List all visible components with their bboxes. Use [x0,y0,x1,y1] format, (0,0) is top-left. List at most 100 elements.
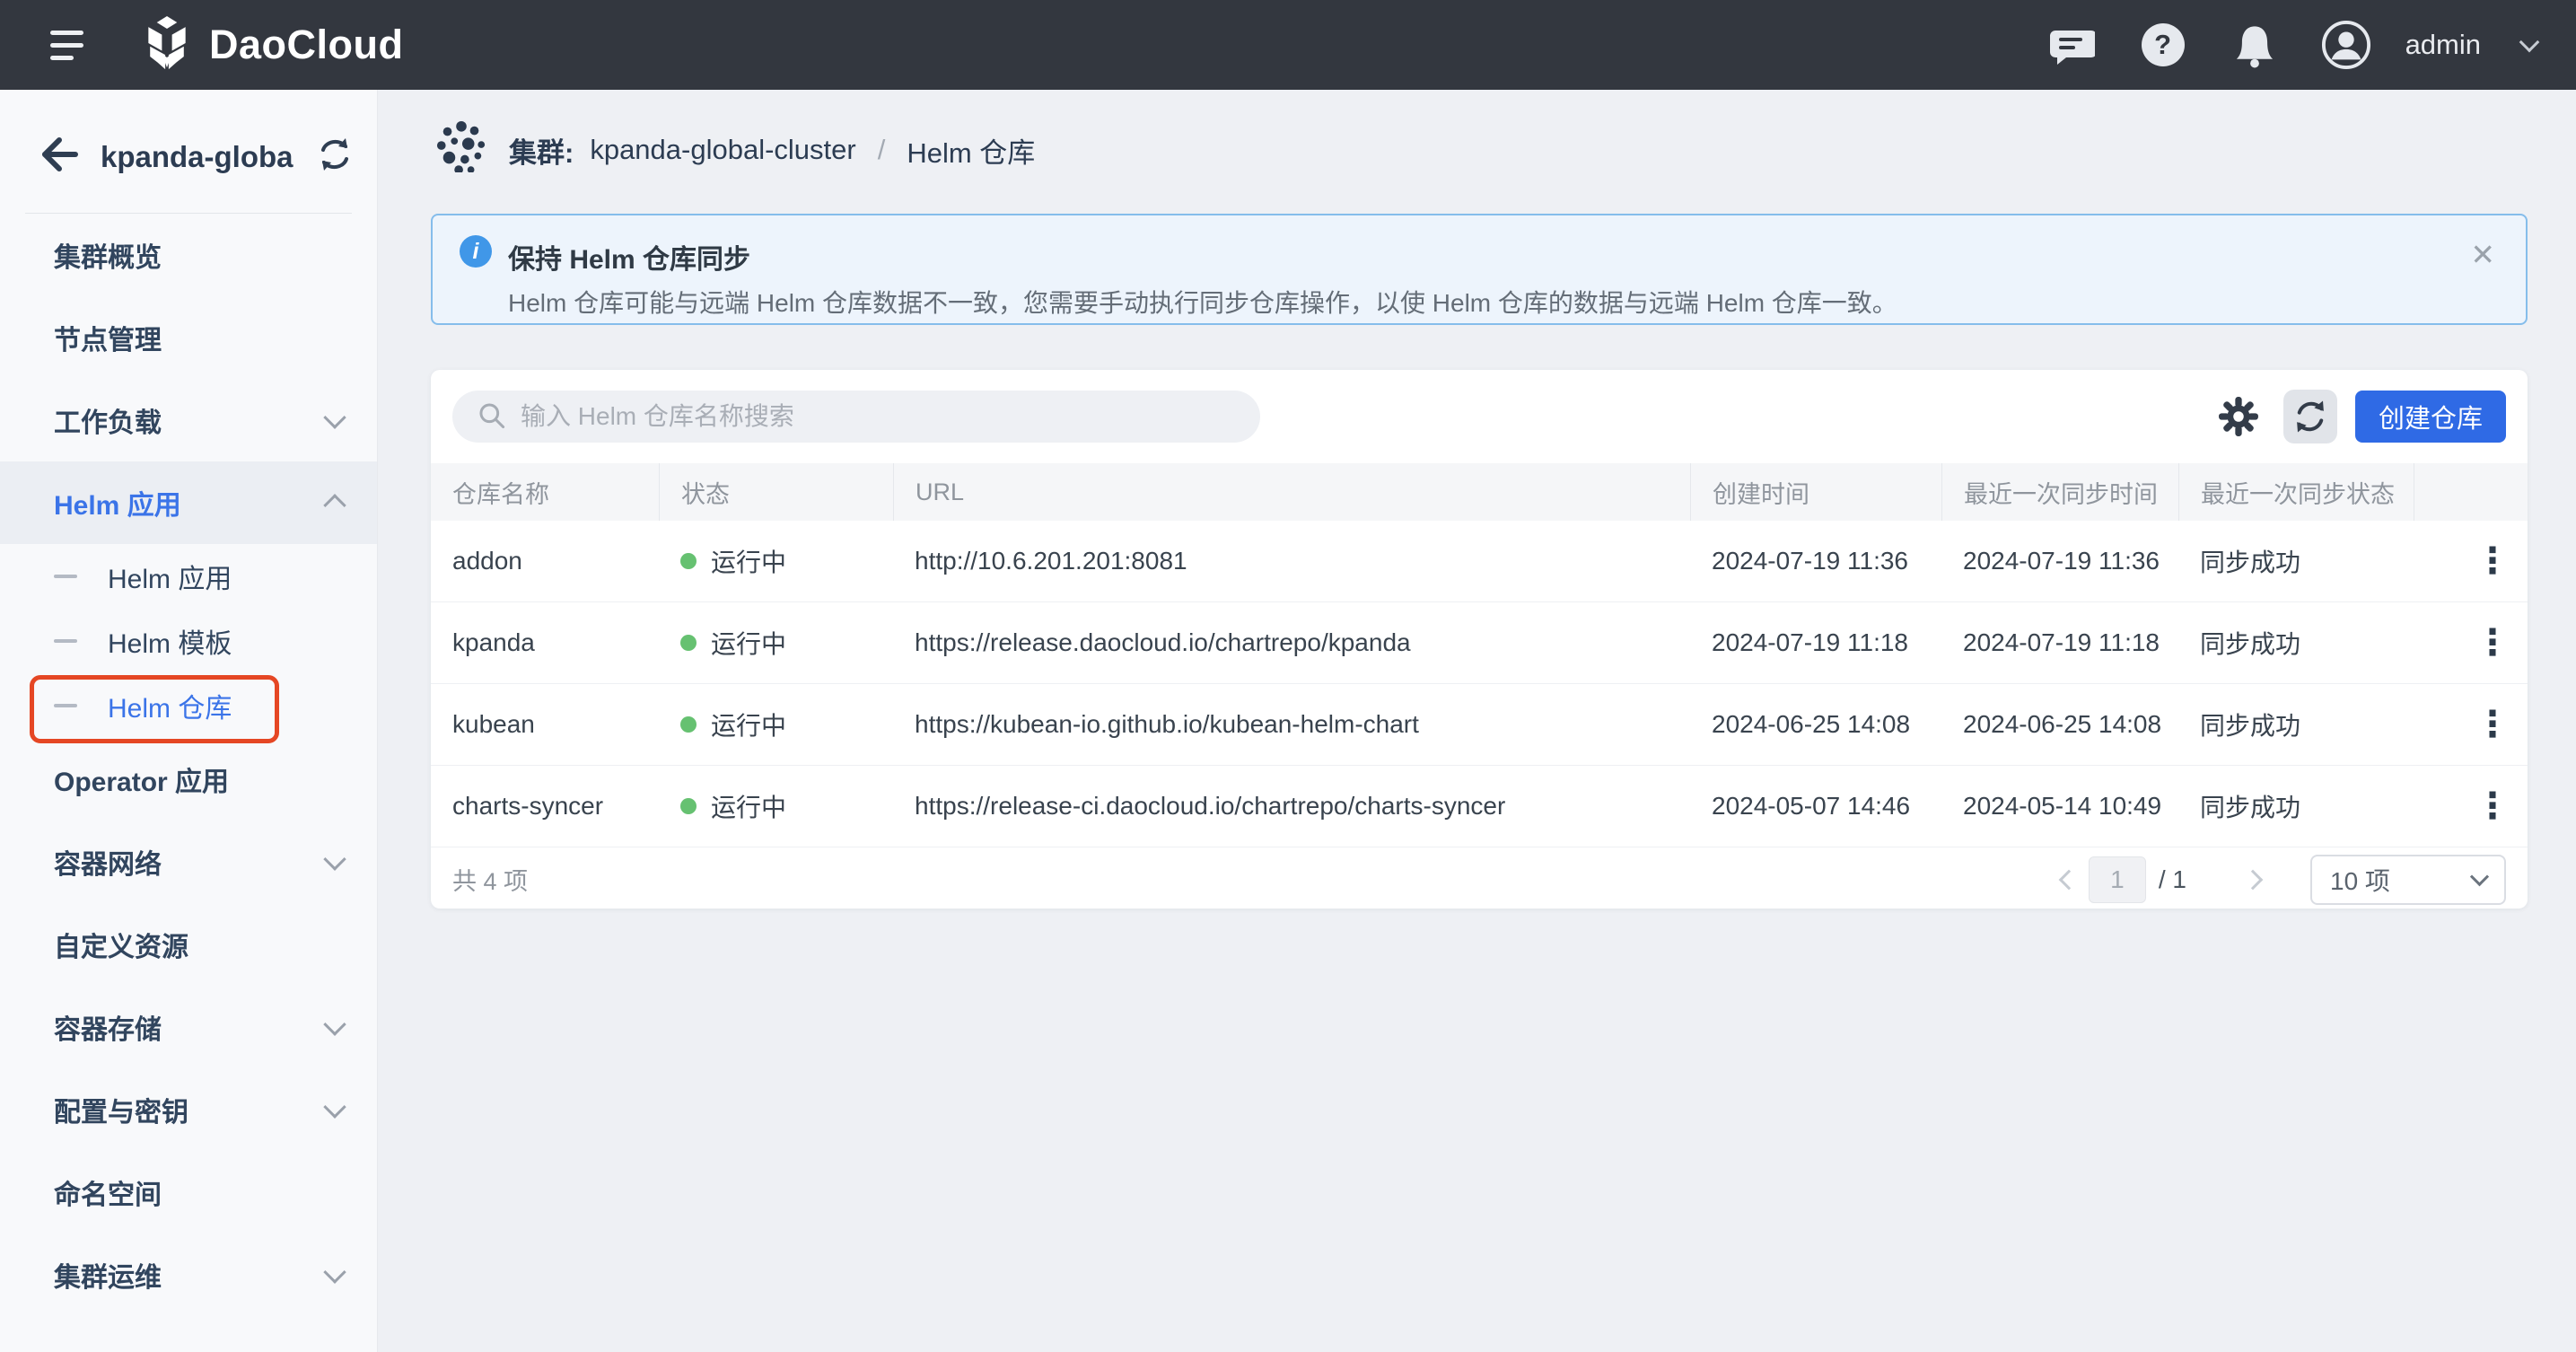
sidebar-item-label: Operator 应用 [54,759,343,799]
status-label: 运行中 [711,625,786,661]
info-icon: i [460,235,492,268]
username-label: admin [2405,29,2481,61]
search-box [452,391,1260,443]
repo-status-cell: 运行中 [659,788,893,824]
sidebar-item-label: 命名空间 [54,1172,343,1212]
brand-name: DaoCloud [209,22,403,68]
created-time-cell: 2024-07-19 11:18 [1690,628,1941,657]
sync-status-cell: 同步成功 [2178,788,2414,824]
actions-cell: ⋮ [2414,543,2528,579]
info-banner: i 保持 Helm 仓库同步 Helm 仓库可能与远端 Helm 仓库数据不一致… [431,214,2528,325]
create-repo-button[interactable]: 创建仓库 [2355,391,2506,443]
breadcrumb-cluster-link[interactable]: kpanda-global-cluster [590,134,855,166]
user-avatar[interactable] [2321,20,2371,70]
sidebar-subitem-3-2[interactable]: Helm 仓库 [0,673,377,738]
sidebar-item-label: 工作负载 [54,400,327,440]
sidebar-subitem-3-1[interactable]: Helm 模板 [0,609,377,673]
table-row: charts-syncer 运行中 https://release-ci.daocl… [431,766,2528,847]
total-count-label: 共 4 项 [452,862,528,897]
toolbar: 创建仓库 [431,370,2528,443]
sidebar-item-0[interactable]: 集群概览 [0,214,377,296]
status-dot-green [680,798,697,814]
page-number-input[interactable]: 1 [2089,856,2146,903]
column-header-4: 最近一次同步时间 [1941,463,2178,521]
sidebar-item-2[interactable]: 工作负载 [0,379,377,461]
chevron-down-icon[interactable] [2519,32,2540,53]
sidebar-item-4[interactable]: Operator 应用 [0,738,377,821]
chevron-down-icon [323,1013,346,1035]
last-sync-time-cell: 2024-05-14 10:49 [1941,792,2178,821]
kebab-menu-icon[interactable]: ⋮ [2475,625,2510,661]
sidebar-item-5[interactable]: 容器网络 [0,821,377,903]
column-header-0: 仓库名称 [431,463,659,521]
sidebar-item-6[interactable]: 自定义资源 [0,903,377,986]
sidebar-item-3[interactable]: Helm 应用 [0,461,377,544]
sidebar-item-1[interactable]: 节点管理 [0,296,377,379]
prev-page-icon[interactable] [2059,869,2080,890]
dash-icon [54,704,77,707]
sidebar-subitem-3-0[interactable]: Helm 应用 [0,544,377,609]
repo-url-cell: https://release.daocloud.io/chartrepo/kp… [893,628,1690,657]
column-header-5: 最近一次同步状态 [2178,463,2414,521]
gear-icon[interactable] [2212,390,2265,443]
status-dot-green [680,635,697,651]
sidebar-item-label: 自定义资源 [54,925,343,964]
search-input[interactable] [519,401,1237,432]
status-label: 运行中 [711,788,786,824]
cluster-dots-icon [435,120,487,180]
sidebar-subitem-label: Helm 应用 [108,557,232,596]
chevron-down-icon [323,406,346,428]
kebab-menu-icon[interactable]: ⋮ [2475,543,2510,579]
help-icon[interactable]: ? [2138,20,2188,70]
sidebar-item-8[interactable]: 配置与密钥 [0,1068,377,1151]
sidebar-item-7[interactable]: 容器存储 [0,986,377,1068]
switch-cluster-icon[interactable] [316,136,354,178]
repo-url-cell: https://release-ci.daocloud.io/chartrepo… [893,792,1690,821]
column-header-3: 创建时间 [1690,463,1941,521]
repo-status-cell: 运行中 [659,625,893,661]
repo-status-cell: 运行中 [659,707,893,742]
sync-status-cell: 同步成功 [2178,543,2414,579]
sidebar-item-9[interactable]: 命名空间 [0,1151,377,1233]
breadcrumb-prefix: 集群: [509,130,574,171]
sidebar-item-label: 集群概览 [54,235,343,275]
repo-card: 创建仓库 仓库名称状态URL创建时间最近一次同步时间最近一次同步状态 addon… [431,370,2528,909]
page-size-select[interactable]: 10 项 [2310,855,2506,905]
cluster-name-label: kpanda-global-cl... [101,140,294,174]
breadcrumb-separator: / [878,134,886,166]
created-time-cell: 2024-07-19 11:36 [1690,547,1941,575]
message-icon[interactable] [2046,20,2097,70]
last-sync-time-cell: 2024-07-19 11:36 [1941,547,2178,575]
sidebar-item-label: 节点管理 [54,318,343,357]
table-footer: 共 4 项 1 / 1 10 项 [431,847,2528,911]
next-page-icon[interactable] [2243,869,2264,890]
kebab-menu-icon[interactable]: ⋮ [2475,707,2510,742]
daocloud-logo-icon [141,15,193,75]
chevron-up-icon [323,494,346,516]
topbar: DaoCloud ? admin [0,0,2576,90]
repo-name-cell: kubean [431,710,659,739]
sidebar-item-10[interactable]: 集群运维 [0,1233,377,1316]
kebab-menu-icon[interactable]: ⋮ [2475,788,2510,824]
repo-name-cell: charts-syncer [431,792,659,821]
table-body: addon运行中http://10.6.201.201:80812024-07-… [431,521,2528,847]
menu-toggle-icon[interactable] [50,31,83,60]
back-arrow-icon[interactable] [36,133,79,180]
sidebar: kpanda-global-cl... 集群概览节点管理工作负载 Helm 应用 H… [0,90,378,1352]
refresh-icon[interactable] [2283,390,2337,443]
table-row: addon运行中http://10.6.201.201:80812024-07-… [431,521,2528,602]
notification-bell-icon[interactable] [2230,20,2280,70]
search-icon [476,399,506,435]
breadcrumb-current: Helm 仓库 [907,130,1035,171]
sidebar-header: kpanda-global-cl... [0,90,377,213]
toolbar-actions: 创建仓库 [2212,390,2506,443]
main-content: 集群: kpanda-global-cluster / Helm 仓库 i 保持… [378,90,2576,1352]
page-total-label: / 1 [2159,865,2186,894]
status-label: 运行中 [711,707,786,742]
status-dot-green [680,553,697,569]
table-row: kpanda运行中https://release.daocloud.io/cha… [431,602,2528,684]
sidebar-subitem-label: Helm 仓库 [108,686,232,725]
pagination: 1 / 1 10 项 [2062,855,2506,905]
close-icon[interactable]: ✕ [2470,237,2495,272]
repo-url-cell: https://kubean-io.github.io/kubean-helm-… [893,710,1690,739]
